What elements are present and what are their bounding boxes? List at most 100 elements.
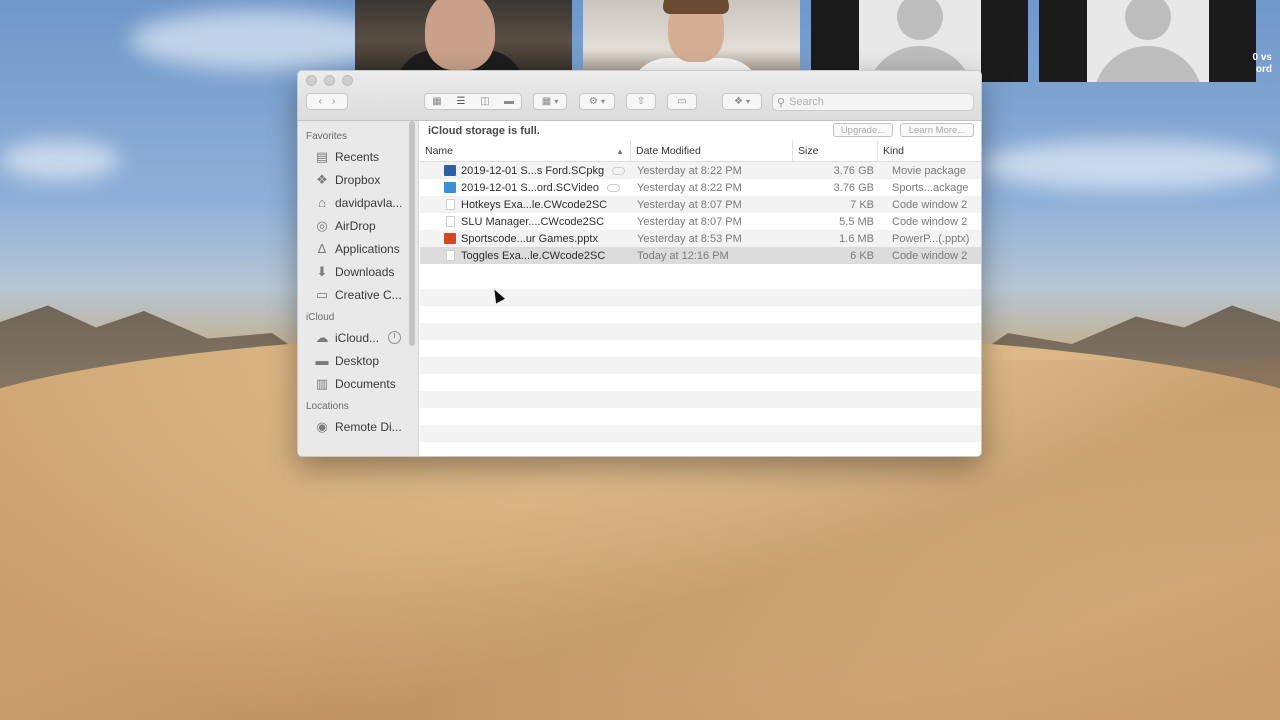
- applications-icon: ∆: [318, 241, 326, 256]
- sidebar-item-label: Dropbox: [335, 172, 381, 187]
- file-list-area: iCloud storage is full. Upgrade... Learn…: [420, 121, 981, 456]
- file-name: Sportscode...ur Games.pptx: [461, 232, 598, 245]
- sidebar-item-remote-di[interactable]: ◉ Remote Di...: [298, 415, 418, 438]
- sidebar-item-label: Documents: [335, 376, 396, 391]
- video-edge-caption: 0 vs ord: [1252, 52, 1272, 75]
- file-name-cell: Toggles Exa...le.CWcode2SC: [420, 250, 636, 262]
- share-button[interactable]: ⇧: [626, 93, 656, 110]
- back-chevron-icon[interactable]: ‹: [319, 96, 322, 107]
- sidebar-heading-icloud: iCloud: [306, 312, 335, 323]
- column-header-kind[interactable]: Kind: [878, 140, 978, 162]
- group-grid-icon: ▦: [541, 96, 552, 107]
- gear-icon: ⚙: [589, 96, 598, 107]
- column-view-icon[interactable]: ◫: [473, 96, 497, 107]
- file-kind: Movie package: [892, 164, 966, 177]
- downloads-icon: ⬇: [316, 263, 328, 279]
- sidebar-item-airdrop[interactable]: ◎ AirDrop: [298, 214, 418, 237]
- dropbox-icon: ❖: [316, 171, 328, 187]
- participant-placeholder-4: [1039, 0, 1256, 82]
- sidebar-item-downloads[interactable]: ⬇ Downloads: [298, 260, 418, 283]
- search-icon: ⚲: [777, 96, 786, 109]
- search-field[interactable]: ⚲ Search: [772, 93, 974, 111]
- tag-icon: ▭: [677, 96, 687, 107]
- sidebar-item-documents[interactable]: ▥ Documents: [298, 372, 418, 395]
- sidebar-item-recents[interactable]: ▤ Recents: [298, 145, 418, 168]
- column-header-date-modified[interactable]: Date Modified: [631, 140, 793, 162]
- file-kind: Code window 2: [892, 249, 968, 262]
- column-label-date-modified: Date Modified: [636, 145, 701, 157]
- chevron-down-icon: ▾: [600, 97, 605, 106]
- dropbox-icon: ❖: [734, 96, 743, 107]
- sidebar-item-davidpavla[interactable]: ⌂ davidpavla...: [298, 191, 418, 214]
- upgrade-button[interactable]: Upgrade...: [833, 123, 893, 137]
- file-type-icon: [446, 199, 455, 210]
- tags-button[interactable]: ▭: [667, 93, 697, 110]
- file-row[interactable]: SLU Manager....CWcode2SC Yesterday at 8:0…: [420, 213, 981, 230]
- dropbox-toolbar-button[interactable]: ❖ ▾: [722, 93, 762, 110]
- sidebar-scrollbar[interactable]: [409, 121, 415, 346]
- minimize-window-button[interactable]: [324, 75, 335, 86]
- file-row[interactable]: Hotkeys Exa...le.CWcode2SC Yesterday at 8…: [420, 196, 981, 213]
- sidebar-item-label: Creative C...: [335, 287, 402, 302]
- file-size: 3.76 GB: [833, 181, 874, 194]
- file-name-cell: 2019-12-01 S...ord.SCVideo: [420, 182, 636, 194]
- learn-more-button[interactable]: Learn More...: [900, 123, 974, 137]
- file-name-cell: Sportscode...ur Games.pptx: [420, 233, 636, 245]
- sidebar-item-label: Applications: [335, 241, 400, 256]
- file-type-icon: [444, 182, 456, 193]
- file-name-cell: Hotkeys Exa...le.CWcode2SC: [420, 199, 636, 211]
- sidebar-item-label: iCloud...: [335, 330, 380, 345]
- file-row[interactable]: 2019-12-01 S...ord.SCVideo Yesterday at 8…: [420, 179, 981, 196]
- view-mode-segmented-control[interactable]: ▦ ☰ ◫ ▬: [424, 93, 522, 110]
- sidebar-item-label: davidpavla...: [335, 195, 403, 210]
- file-kind: Sports...ackage: [892, 181, 969, 194]
- file-size: 1.6 MB: [839, 232, 874, 245]
- sidebar-item-dropbox[interactable]: ❖ Dropbox: [298, 168, 418, 191]
- file-name: Toggles Exa...le.CWcode2SC: [461, 249, 606, 262]
- home-icon: ⌂: [318, 195, 326, 210]
- file-date-modified: Yesterday at 8:07 PM: [637, 215, 742, 228]
- column-label-kind: Kind: [883, 145, 905, 157]
- sidebar-item-desktop[interactable]: ▬ Desktop: [298, 349, 418, 372]
- file-type-icon: [444, 233, 456, 244]
- finder-sidebar: Favorites ▤ Recents ❖ Dropbox ⌂ davidpavla...…: [298, 121, 419, 456]
- finder-window[interactable]: ‹ › ▦ ☰ ◫ ▬ ▦ ▾ ⚙ ▾ ⇧ ▭ ❖ ▾ ⚲ Search Fav…: [297, 70, 982, 457]
- chevron-down-icon: ▾: [745, 97, 750, 106]
- sort-ascending-icon: ▲: [616, 146, 624, 156]
- sidebar-item-label: Remote Di...: [335, 419, 402, 434]
- sidebar-item-label: Recents: [335, 149, 380, 164]
- file-row[interactable]: 2019-12-01 S...s Ford.SCpkg Yesterday at …: [420, 162, 981, 179]
- file-row[interactable]: Toggles Exa...le.CWcode2SC Today at 12:16…: [420, 247, 981, 264]
- airdrop-icon: ◎: [316, 217, 328, 233]
- back-forward-buttons[interactable]: ‹ ›: [306, 93, 348, 110]
- sidebar-item-applications[interactable]: ∆ Applications: [298, 237, 418, 260]
- column-header-row: Name ▲ Date Modified Size Kind: [420, 140, 981, 162]
- close-window-button[interactable]: [306, 75, 317, 86]
- sidebar-item-creative-c[interactable]: ▭ Creative C...: [298, 283, 418, 306]
- recents-icon: ▤: [315, 148, 329, 164]
- sidebar-item-icloud[interactable]: ☁ iCloud...: [298, 326, 418, 349]
- list-view-icon[interactable]: ☰: [449, 96, 473, 107]
- file-type-icon: [444, 165, 456, 176]
- column-header-size[interactable]: Size: [793, 140, 878, 162]
- file-name: SLU Manager....CWcode2SC: [461, 215, 605, 228]
- zoom-window-button[interactable]: [342, 75, 353, 86]
- file-size: 5.5 MB: [839, 215, 874, 228]
- icloud-status-icon: [612, 166, 626, 175]
- icon-view-icon[interactable]: ▦: [425, 96, 449, 107]
- file-size: 6 KB: [850, 249, 874, 262]
- forward-chevron-icon[interactable]: ›: [332, 96, 335, 107]
- finder-toolbar: ‹ › ▦ ☰ ◫ ▬ ▦ ▾ ⚙ ▾ ⇧ ▭ ❖ ▾ ⚲ Search: [298, 71, 981, 121]
- file-kind: PowerP...(.pptx): [892, 232, 970, 245]
- group-by-button[interactable]: ▦ ▾: [533, 93, 567, 110]
- file-type-icon: [446, 216, 455, 227]
- sidebar-item-label: Desktop: [335, 353, 380, 368]
- column-header-name[interactable]: Name ▲: [420, 140, 631, 162]
- sidebar-item-label: AirDrop: [335, 218, 376, 233]
- file-name-cell: 2019-12-01 S...s Ford.SCpkg: [420, 165, 636, 177]
- gallery-view-icon[interactable]: ▬: [497, 96, 521, 107]
- banner-message: iCloud storage is full.: [428, 124, 540, 137]
- window-controls: [306, 75, 353, 86]
- action-gear-button[interactable]: ⚙ ▾: [579, 93, 615, 110]
- file-row[interactable]: Sportscode...ur Games.pptx Yesterday at 8…: [420, 230, 981, 247]
